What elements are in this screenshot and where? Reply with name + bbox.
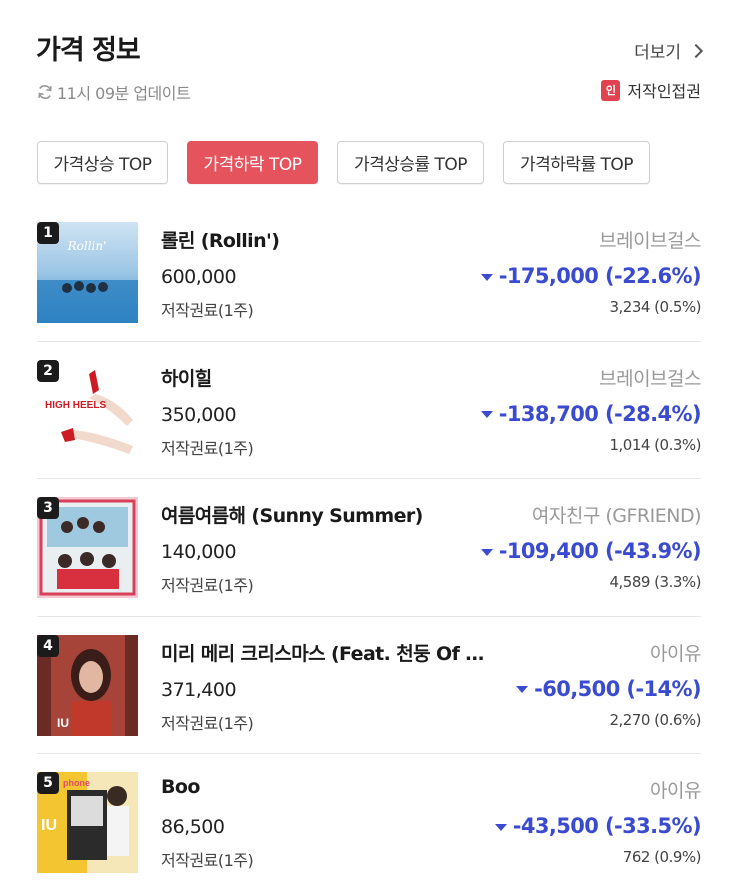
rank-badge: 3 (37, 497, 59, 519)
down-triangle-icon (480, 411, 493, 418)
down-triangle-icon (516, 686, 529, 693)
list-item[interactable]: HIGH HEELS 2 하이힐 350,000 저작권료(1주) 브레이브걸스… (37, 342, 702, 479)
copyright-type: 인 저작인접권 (601, 78, 701, 102)
song-title[interactable]: 미리 메리 크리스마스 (Feat. 천둥 Of … (161, 639, 484, 666)
artist-name: 브레이브걸스 (599, 367, 701, 390)
trade-volume: 3,234 (0.5%) (609, 298, 701, 316)
price-change-value: -43,500 (-33.5%) (512, 814, 702, 838)
price-change: -60,500 (-14%) (516, 676, 702, 701)
svg-text:HIGH HEELS: HIGH HEELS (45, 400, 106, 411)
rank-badge: 4 (37, 634, 59, 657)
chevron-right-icon (688, 43, 704, 58)
list-item[interactable]: Rollin' 1 롤린 (Rollin') 600,000 저작권료(1주) … (37, 204, 702, 342)
update-status: 11시 09분 업데이트 (36, 80, 191, 104)
rank-badge: 1 (37, 222, 59, 244)
down-triangle-icon (494, 823, 507, 831)
price-change: -175,000 (-22.6%) (480, 264, 702, 288)
list-item[interactable]: IU 4 미리 메리 크리스마스 (Feat. 천둥 Of … 371,400 … (37, 617, 702, 754)
svg-text:Rollin': Rollin' (67, 239, 107, 253)
list-item[interactable]: 3 여름여름해 (Sunny Summer) 140,000 저작권료(1주) … (37, 479, 702, 617)
tab-price-drop-top[interactable]: 가격하락 TOP (187, 141, 318, 184)
more-link[interactable]: 더보기 (634, 38, 704, 63)
svg-text:IU: IU (41, 817, 57, 834)
trade-volume: 762 (0.9%) (622, 848, 702, 866)
artist-name: 여자친구 (GFRIEND) (531, 505, 702, 527)
unit-label: 저작권료(1주) (161, 713, 254, 733)
more-label: 더보기 (634, 43, 681, 63)
trade-volume: 4,589 (3.3%) (609, 573, 701, 591)
song-title[interactable]: 하이힐 (161, 364, 212, 391)
rank-badge: 5 (37, 772, 59, 794)
rank-badge: 2 (37, 359, 59, 382)
copyright-label: 저작인접권 (627, 82, 701, 101)
svg-text:phone: phone (63, 778, 90, 788)
trade-volume: 2,270 (0.6%) (609, 710, 701, 729)
unit-label: 저작권료(1주) (161, 576, 254, 595)
price-change: -43,500 (-33.5%) (494, 814, 702, 838)
price-value: 371,400 (161, 678, 237, 701)
unit-label: 저작권료(1주) (161, 301, 254, 320)
price-change-value: -138,700 (-28.4%) (498, 401, 702, 426)
tab-rise-rate-top[interactable]: 가격상승률 TOP (337, 141, 484, 184)
price-change-value: -60,500 (-14%) (534, 676, 701, 701)
down-triangle-icon (480, 273, 493, 281)
price-info-header: 가격 정보 더보기 (36, 28, 704, 68)
artist-name: 아이유 (650, 642, 701, 665)
artist-name: 아이유 (650, 780, 701, 802)
copyright-badge: 인 (601, 79, 621, 101)
update-row: 11시 09분 업데이트 인 저작인접권 (36, 78, 701, 104)
price-list: Rollin' 1 롤린 (Rollin') 600,000 저작권료(1주) … (37, 204, 702, 892)
tab-drop-rate-top[interactable]: 가격하락률 TOP (503, 141, 650, 184)
price-change: -109,400 (-43.9%) (480, 539, 702, 563)
down-triangle-icon (480, 548, 493, 556)
update-text: 11시 09분 업데이트 (57, 84, 191, 103)
price-change-value: -175,000 (-22.6%) (498, 264, 702, 288)
price-value: 140,000 (161, 541, 237, 563)
tab-price-rise-top[interactable]: 가격상승 TOP (37, 141, 168, 184)
price-value: 86,500 (161, 816, 225, 838)
price-change-value: -109,400 (-43.9%) (498, 539, 702, 563)
unit-label: 저작권료(1주) (161, 851, 254, 870)
page-title: 가격 정보 (36, 35, 141, 66)
song-title[interactable]: Boo (161, 776, 200, 798)
artist-name: 브레이브걸스 (599, 230, 701, 252)
svg-text:IU: IU (57, 716, 69, 730)
price-value: 600,000 (161, 266, 237, 288)
price-change: -138,700 (-28.4%) (480, 401, 702, 426)
price-value: 350,000 (161, 403, 237, 426)
song-title[interactable]: 여름여름해 (Sunny Summer) (161, 501, 423, 528)
unit-label: 저작권료(1주) (161, 438, 254, 458)
song-title[interactable]: 롤린 (Rollin') (161, 226, 279, 253)
trade-volume: 1,014 (0.3%) (609, 435, 701, 454)
refresh-icon[interactable] (36, 83, 54, 101)
list-item[interactable]: IU phone 5 Boo 86,500 저작권료(1주) 아이유 -43,5… (37, 754, 702, 892)
